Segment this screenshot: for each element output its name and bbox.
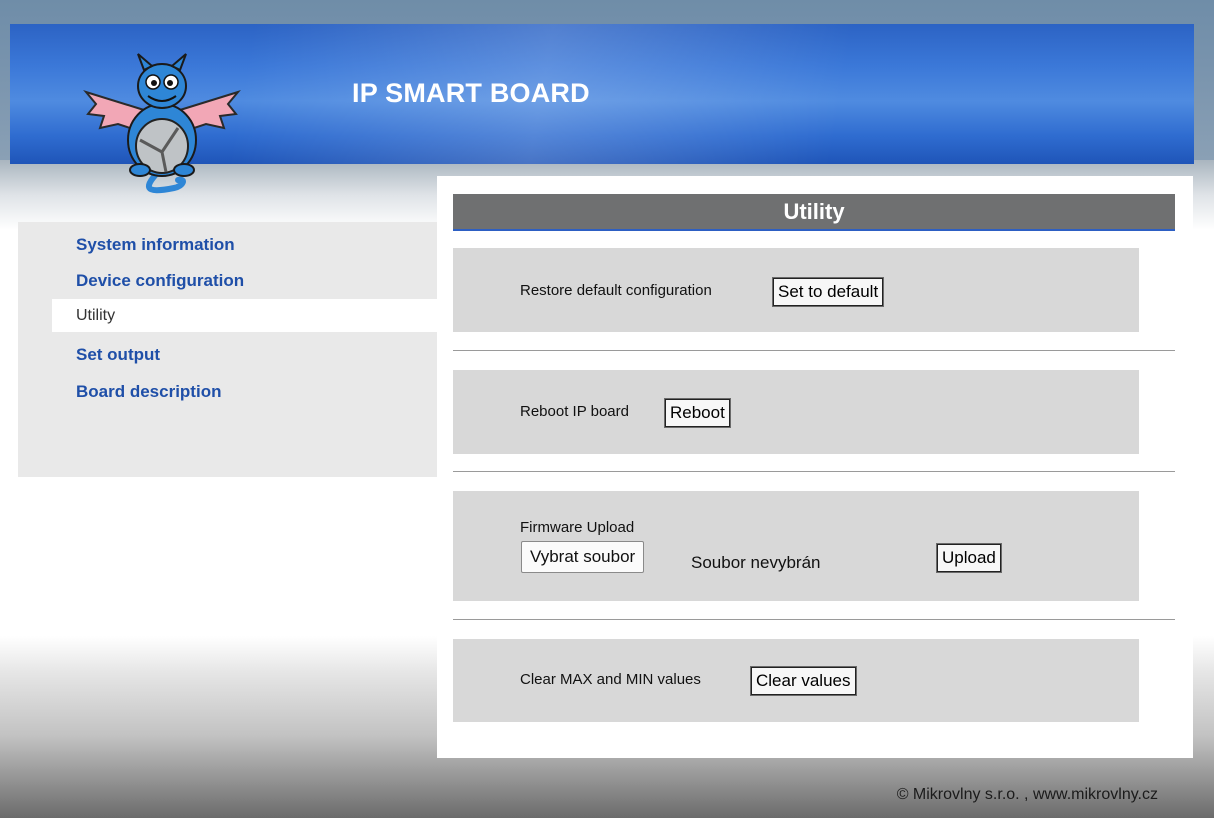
firmware-upload-panel: Firmware Upload Vybrat soubor Soubor nev… bbox=[453, 491, 1139, 601]
section-divider bbox=[453, 619, 1175, 620]
dragon-mascot-icon bbox=[83, 53, 241, 194]
footer-copyright: © Mikrovlny s.r.o. , www.mikrovlny.cz bbox=[896, 786, 1158, 803]
file-status-text: Soubor nevybrán bbox=[691, 553, 821, 572]
reboot-button[interactable]: Reboot bbox=[664, 398, 731, 428]
sidebar-nav: System information Device configuration … bbox=[18, 222, 438, 477]
sidebar-item-utility[interactable]: Utility bbox=[52, 299, 438, 332]
restore-default-panel: Restore default configuration Set to def… bbox=[453, 248, 1139, 332]
upload-button[interactable]: Upload bbox=[936, 543, 1002, 573]
choose-file-button[interactable]: Vybrat soubor bbox=[521, 541, 645, 573]
restore-default-label: Restore default configuration bbox=[520, 282, 712, 299]
section-divider bbox=[453, 471, 1175, 472]
reboot-label: Reboot IP board bbox=[520, 403, 629, 420]
sidebar-item-system-information[interactable]: System information bbox=[18, 228, 438, 261]
clear-values-label: Clear MAX and MIN values bbox=[520, 671, 701, 688]
sidebar-item-device-configuration[interactable]: Device configuration bbox=[18, 264, 438, 297]
sidebar-item-set-output[interactable]: Set output bbox=[18, 338, 438, 371]
reboot-panel: Reboot IP board Reboot bbox=[453, 370, 1139, 454]
clear-values-panel: Clear MAX and MIN values Clear values bbox=[453, 639, 1139, 722]
clear-values-button[interactable]: Clear values bbox=[750, 666, 857, 696]
main-content: Utility Restore default configuration Se… bbox=[437, 176, 1193, 758]
section-divider bbox=[453, 350, 1175, 351]
firmware-upload-label: Firmware Upload bbox=[520, 519, 635, 536]
app-title: IP SMART BOARD bbox=[352, 78, 590, 108]
set-to-default-button[interactable]: Set to default bbox=[771, 277, 885, 307]
page-title: Utility bbox=[453, 194, 1175, 231]
sidebar-item-board-description[interactable]: Board description bbox=[18, 375, 438, 408]
